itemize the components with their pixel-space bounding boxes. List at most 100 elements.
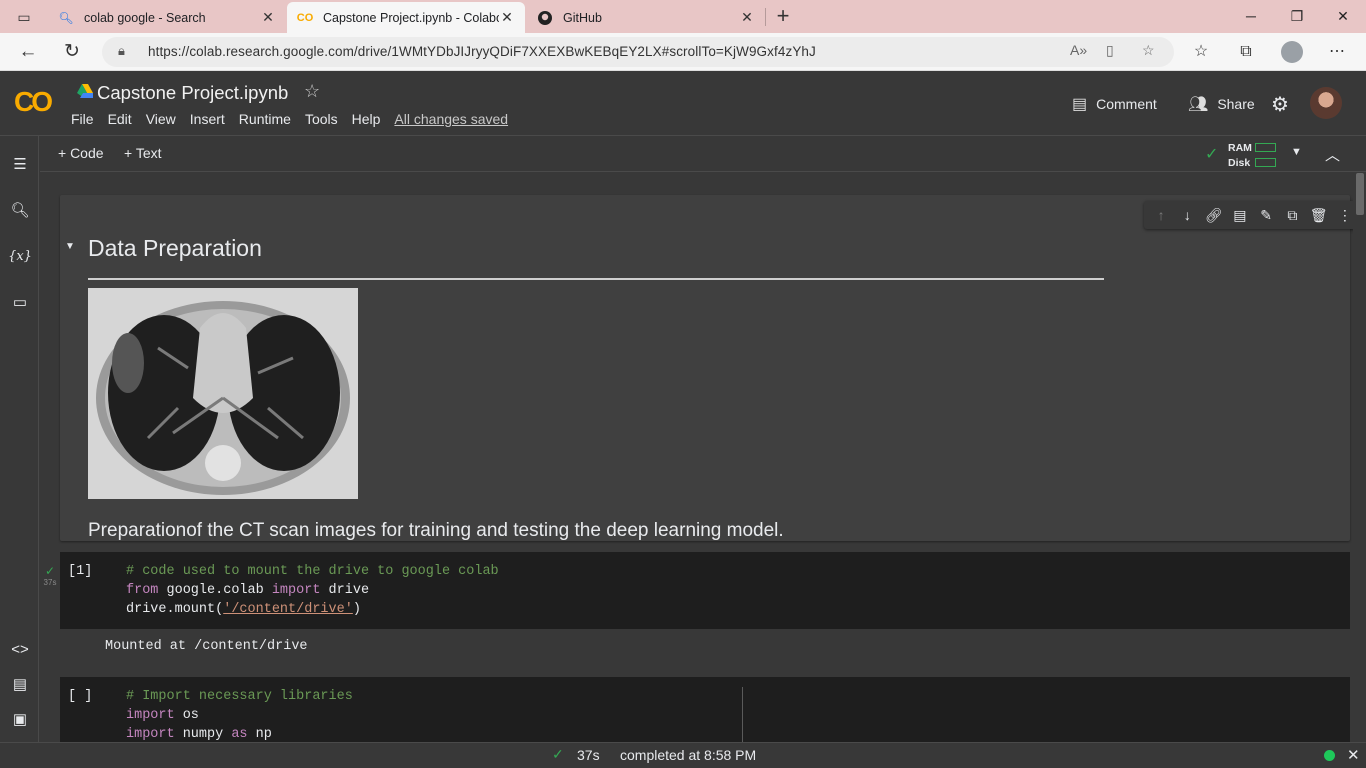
comment-icon: ▤ [1072,96,1088,113]
ruler-line [742,687,743,742]
profile-icon[interactable] [1281,41,1303,63]
menu-file[interactable]: File [71,111,94,127]
ram-bar [1255,143,1276,152]
tab-actions-icon[interactable]: ▭ [10,7,38,27]
variables-icon[interactable]: {x} [8,246,32,268]
code-cell[interactable]: [ ] # Import necessary libraries import … [60,677,1350,742]
section-description: Preparationof the CT scan images for tra… [88,520,784,541]
menu-insert[interactable]: Insert [190,111,225,127]
close-tab-icon[interactable]: ✕ [739,9,755,26]
menu-edit[interactable]: Edit [108,111,132,127]
runtime-status-dot [1324,750,1335,761]
move-up-icon[interactable]: ↑ [1150,207,1172,223]
favorites-icon[interactable]: ☆ [1190,41,1212,63]
tab-title: GitHub [563,10,602,25]
markdown-cell[interactable]: ▼ Data Preparation Preparationof the CT … [60,195,1353,541]
tab-colab-search[interactable]: 🔍︎ colab google - Search ✕ [48,2,286,33]
back-button[interactable]: ← [15,40,41,64]
more-icon[interactable]: ⋯ [1326,41,1348,63]
comment-button[interactable]: ▤ Comment [1072,94,1157,114]
scrollbar-thumb[interactable] [1356,173,1364,215]
save-status[interactable]: All changes saved [394,111,508,127]
success-check-icon: ✓ [44,564,56,578]
delete-icon[interactable]: 🗑︎ [1308,207,1330,224]
run-duration: 37s [43,578,57,587]
link-icon[interactable]: 🔗︎ [1203,207,1225,224]
run-status: ✓ 37s [42,564,58,587]
execution-duration: 37s [577,747,600,763]
menu-tools[interactable]: Tools [305,111,338,127]
drive-icon[interactable] [77,84,93,98]
resources-indicator[interactable]: ✓ RAM Disk ▼ [1203,139,1323,169]
notebook-toolbar: + Code + Text ✓ RAM Disk ▼ ︿ [40,136,1366,172]
avatar[interactable] [1310,87,1342,119]
code-snippets-icon[interactable]: <> [8,639,32,661]
code-editor[interactable]: # code used to mount the drive to google… [126,562,499,619]
github-icon [537,10,553,26]
close-tab-icon[interactable]: ✕ [499,9,515,26]
code-call: drive.mount( [126,602,224,617]
new-tab-button[interactable]: + [772,4,794,28]
collapse-section-icon[interactable]: ▼ [65,241,75,252]
menu-runtime[interactable]: Runtime [239,111,291,127]
share-button[interactable]: 👥︎ Share [1188,94,1255,114]
left-rail: ☰ 🔍︎ {x} ▭ <> ▤ ▣ [0,136,39,742]
menu-help[interactable]: Help [352,111,381,127]
reader-view-icon[interactable]: ▯ [1106,42,1114,59]
disk-label: Disk [1228,157,1251,169]
run-cell-button[interactable]: [ ] [68,689,92,704]
status-bar: ✓ 37s completed at 8:58 PM ✕ [0,742,1366,768]
browser-tab-bar: ▭ 🔍︎ colab google - Search ✕ CO Capstone… [0,0,1366,33]
collections-icon[interactable]: ⧉ [1235,41,1257,63]
ct-scan-image [88,288,358,499]
execution-count[interactable]: [1] [68,564,92,579]
collapse-header-icon[interactable]: ︿ [1325,144,1340,165]
add-text-button[interactable]: + Text [124,145,162,161]
refresh-button[interactable]: ↻ [59,40,85,64]
minimize-button[interactable]: ─ [1236,5,1266,27]
search-icon[interactable]: 🔍︎ [8,200,32,222]
colab-logo[interactable]: CO [14,86,53,118]
chevron-down-icon[interactable]: ▼ [1291,146,1302,158]
add-favorite-icon[interactable]: ☆ [1142,42,1155,59]
code-module: google.colab [158,583,272,598]
mirror-cell-icon[interactable]: ⧉ [1281,207,1303,224]
code-keyword: import [126,727,175,742]
command-palette-icon[interactable]: ▤ [8,674,32,696]
code-keyword: from [126,583,159,598]
close-window-button[interactable]: ✕ [1328,5,1358,27]
disk-bar [1255,158,1276,167]
table-of-contents-icon[interactable]: ☰ [8,154,32,176]
add-code-button[interactable]: + Code [58,145,104,161]
close-icon[interactable]: ✕ [1347,746,1360,764]
tab-github[interactable]: GitHub ✕ [527,2,765,33]
section-heading: Data Preparation [88,235,262,261]
gear-icon[interactable]: ⚙ [1271,92,1289,117]
star-icon[interactable]: ☆ [304,81,320,102]
tab-capstone-project[interactable]: CO Capstone Project.ipynb - Colabor ✕ [287,2,525,33]
scrollbar[interactable] [1353,173,1366,742]
completion-time: completed at 8:58 PM [620,747,757,763]
search-icon: 🔍︎ [58,10,74,25]
code-editor[interactable]: # Import necessary libraries import os i… [126,687,353,742]
restore-button[interactable]: ❐ [1282,5,1312,27]
menu-view[interactable]: View [146,111,176,127]
read-aloud-icon[interactable]: A» [1070,42,1087,58]
url-text: https://colab.research.google.com/drive/… [148,44,816,59]
comment-icon[interactable]: ▤ [1229,207,1251,224]
terminal-icon[interactable]: ▣ [8,709,32,731]
close-tab-icon[interactable]: ✕ [260,9,276,26]
move-down-icon[interactable]: ↓ [1176,207,1198,223]
code-keyword: as [231,727,248,742]
cell-toolbar: ↑ ↓ 🔗︎ ▤ ✎ ⧉ 🗑︎ ⋮ [1144,201,1353,229]
lock-icon: 🔒︎ [118,43,125,58]
tab-title: Capstone Project.ipynb - Colabor [323,10,499,25]
connected-check-icon: ✓ [1205,146,1219,163]
notebook-title[interactable]: Capstone Project.ipynb [97,82,288,104]
tab-title: colab google - Search [84,10,206,25]
code-cell[interactable]: [1] # code used to mount the drive to go… [60,552,1350,629]
folder-icon[interactable]: ▭ [8,292,32,314]
url-field[interactable]: 🔒︎ https://colab.research.google.com/dri… [102,37,1174,67]
edit-icon[interactable]: ✎ [1255,207,1277,224]
more-options-icon[interactable]: ⋮ [1334,207,1353,224]
